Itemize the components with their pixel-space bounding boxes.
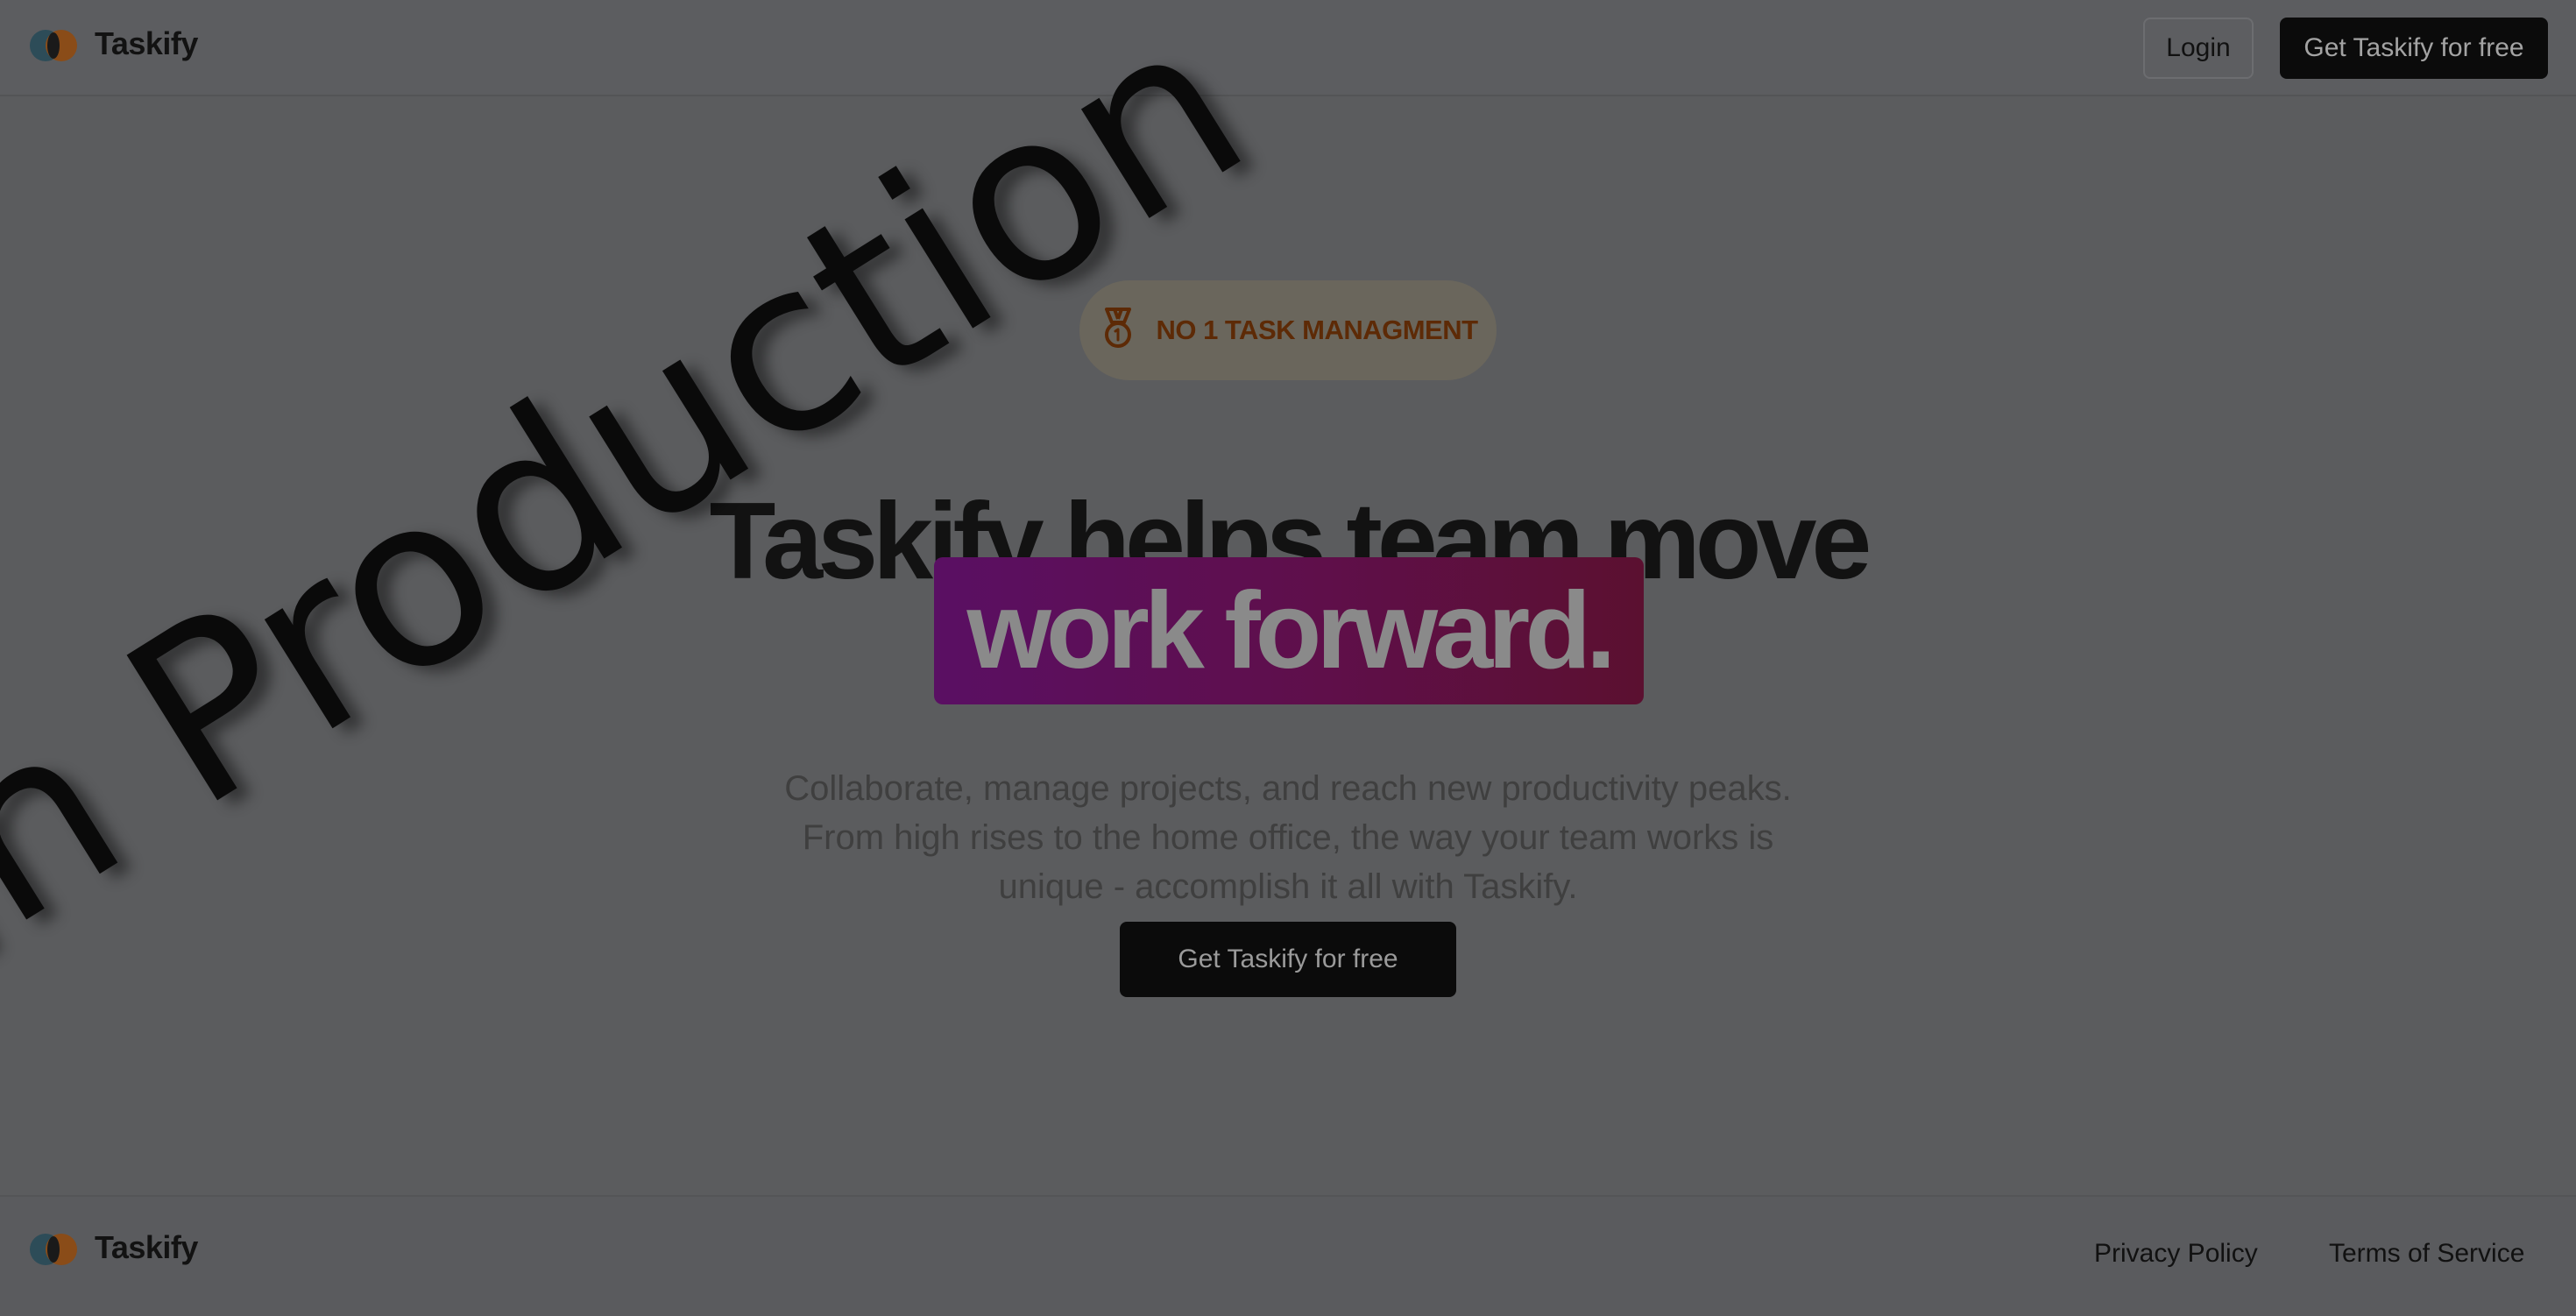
get-taskify-header-button[interactable]: Get Taskify for free [2280, 18, 2548, 79]
description-line: From high rises to the home office, the … [802, 818, 1774, 857]
footer-brand-name: Taskify [95, 1229, 198, 1265]
taskify-logo-icon [28, 25, 81, 63]
footer-brand-logo[interactable]: Taskify [28, 1228, 198, 1267]
taskify-logo-icon [28, 1228, 81, 1267]
page: Taskify Login Get Taskify for free NO 1 … [0, 0, 2576, 1316]
brand-name: Taskify [95, 25, 198, 61]
no1-badge: NO 1 TASK MANAGMENT [1079, 280, 1497, 380]
privacy-policy-link[interactable]: Privacy Policy [2094, 1239, 2258, 1269]
headline-highlight-box: work forward. [934, 557, 1644, 704]
login-button[interactable]: Login [2143, 18, 2254, 79]
terms-of-service-link[interactable]: Terms of Service [2329, 1239, 2524, 1269]
brand-logo-link[interactable]: Taskify [28, 25, 198, 63]
hero-description: Collaborate, manage projects, and reach … [675, 764, 1901, 911]
top-navigation-bar: Taskify Login Get Taskify for free [0, 0, 2576, 96]
description-line: Collaborate, manage projects, and reach … [784, 769, 1792, 808]
headline-highlight-text: work forward. [966, 570, 1616, 691]
description-line: unique - accomplish it all with Taskify. [998, 867, 1578, 906]
medal-icon [1098, 307, 1138, 355]
get-taskify-hero-button[interactable]: Get Taskify for free [1120, 922, 1456, 997]
badge-label: NO 1 TASK MANAGMENT [1156, 315, 1478, 345]
